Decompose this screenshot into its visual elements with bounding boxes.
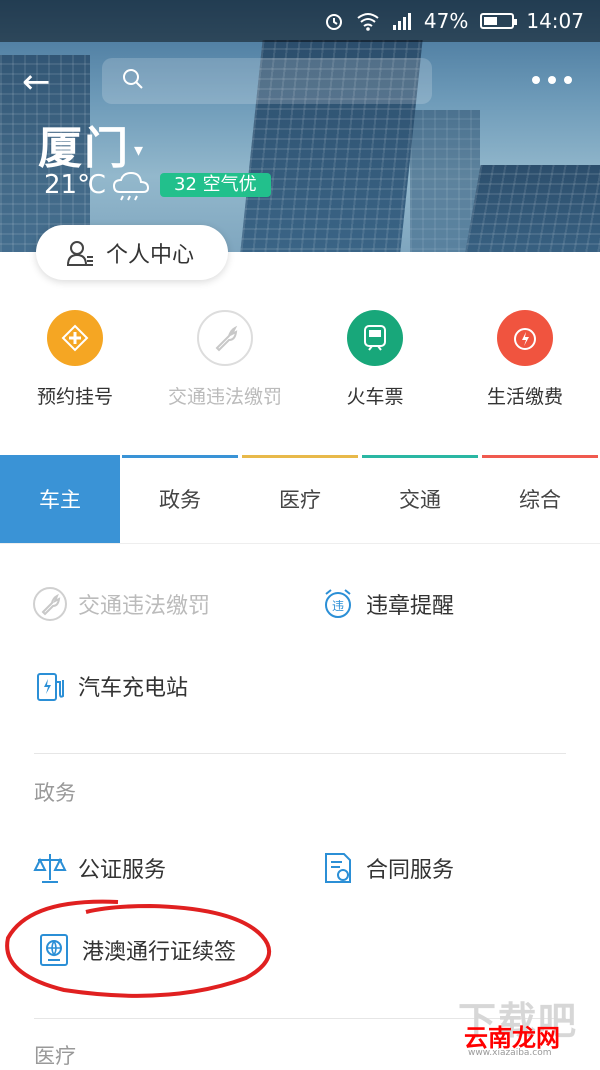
search-bar[interactable] xyxy=(102,58,432,104)
user-icon xyxy=(66,240,93,266)
tab-label: 医疗 xyxy=(279,488,321,512)
service-contract[interactable]: 合同服务 xyxy=(320,850,454,886)
contract-icon xyxy=(325,853,351,883)
profile-button-label: 个人中心 xyxy=(106,242,195,268)
wifi-icon xyxy=(357,13,379,31)
status-bar: 47% 14:07 xyxy=(0,0,600,42)
service-label: 公证服务 xyxy=(78,858,167,883)
service-charging-station[interactable]: 汽车充电站 xyxy=(32,668,188,704)
service-label: 合同服务 xyxy=(366,858,455,883)
clock-time: 14:07 xyxy=(526,9,584,33)
quick-action-train-tickets[interactable]: 火车票 xyxy=(300,310,450,420)
tab-general[interactable]: 综合 xyxy=(480,455,600,543)
service-label: 交通违法缴罚 xyxy=(78,594,211,619)
section-divider xyxy=(34,753,566,754)
app-screen: 47% 14:07 ← 厦门 ▾ 21℃ 32 空气优 个人中心 预约挂号 交通… xyxy=(0,0,600,1068)
tab-label: 交通 xyxy=(399,488,441,512)
energy-icon xyxy=(497,310,553,366)
wrench-icon xyxy=(197,310,253,366)
service-traffic-fine[interactable]: 交通违法缴罚 xyxy=(32,586,210,622)
building-graphic xyxy=(459,165,600,252)
status-icons: 47% 14:07 xyxy=(324,8,584,34)
city-dropdown-caret-icon[interactable]: ▾ xyxy=(134,140,143,161)
quick-actions: 预约挂号 交通违法缴罚 火车票 生活缴费 xyxy=(0,310,600,420)
quick-action-utility-bills[interactable]: 生活缴费 xyxy=(450,310,600,420)
watermark-bottom: www.xiazaiba.com xyxy=(468,1048,552,1058)
svg-text:违: 违 xyxy=(332,599,344,613)
watermark: 下载吧 云南龙网 www.xiazaiba.com xyxy=(458,990,588,1060)
tab-government[interactable]: 政务 xyxy=(120,455,240,543)
quick-action-label: 生活缴费 xyxy=(486,386,563,408)
profile-button[interactable]: 个人中心 xyxy=(36,225,228,280)
medical-cross-icon xyxy=(47,310,103,366)
header-banner: 47% 14:07 ← 厦门 ▾ 21℃ 32 空气优 xyxy=(0,0,600,252)
quick-action-label: 预约挂号 xyxy=(36,386,113,408)
tab-car-owner[interactable]: 车主 xyxy=(0,455,120,543)
service-violation-alert[interactable]: 违 违章提醒 xyxy=(320,586,454,622)
temperature: 21℃ xyxy=(44,170,107,200)
tab-label: 车主 xyxy=(39,488,81,512)
category-tabs: 车主 政务 医疗 交通 综合 xyxy=(0,455,600,544)
tab-medical[interactable]: 医疗 xyxy=(240,455,360,543)
search-icon xyxy=(123,69,143,89)
tab-traffic[interactable]: 交通 xyxy=(360,455,480,543)
city-name[interactable]: 厦门 xyxy=(38,112,130,176)
alarm-clock-icon: 违 xyxy=(325,589,351,618)
highlight-annotation xyxy=(5,899,272,998)
quick-action-appointment[interactable]: 预约挂号 xyxy=(0,310,150,420)
alarm-icon xyxy=(325,14,342,30)
rain-cloud-icon xyxy=(112,171,150,201)
wrench-icon xyxy=(33,587,67,621)
tab-label: 综合 xyxy=(519,488,561,512)
quick-action-label: 火车票 xyxy=(346,386,404,408)
quick-action-traffic-fine[interactable]: 交通违法缴罚 xyxy=(150,310,300,420)
service-label: 汽车充电站 xyxy=(78,676,189,701)
back-arrow-icon[interactable]: ← xyxy=(22,62,62,102)
section-title-government: 政务 xyxy=(34,781,76,805)
battery-percent: 47% xyxy=(423,9,469,33)
service-label: 违章提醒 xyxy=(366,594,455,619)
air-quality-badge: 32 空气优 xyxy=(160,173,271,197)
tab-label: 政务 xyxy=(159,488,201,512)
section-title-medical: 医疗 xyxy=(34,1044,76,1068)
service-notary[interactable]: 公证服务 xyxy=(32,850,166,886)
more-icon[interactable] xyxy=(532,70,576,90)
signal-icon xyxy=(392,13,411,30)
charging-station-icon xyxy=(37,673,64,701)
train-icon xyxy=(347,310,403,366)
battery-icon xyxy=(480,13,518,29)
scale-icon xyxy=(33,854,67,883)
quick-action-label: 交通违法缴罚 xyxy=(167,386,282,408)
